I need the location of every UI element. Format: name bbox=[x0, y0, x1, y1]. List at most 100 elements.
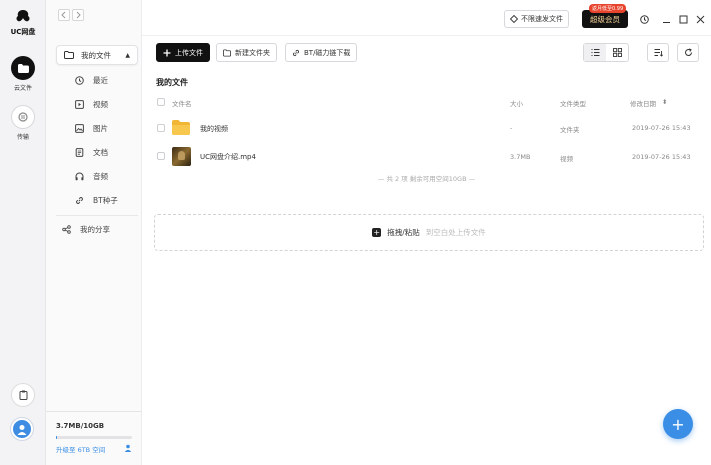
video-thumbnail bbox=[172, 147, 191, 166]
sidebar: 我的文件 ▲ 最近 视频 图片 文档 音频 BT种子 我的分享 bbox=[46, 0, 142, 465]
column-header-size[interactable]: 大小 bbox=[510, 98, 523, 108]
view-toggle bbox=[583, 43, 629, 62]
sidebar-item-my-files[interactable]: 我的文件 ▲ bbox=[56, 45, 138, 65]
app-logo-text: UC网盘 bbox=[10, 28, 36, 36]
bt-magnet-download-label: BT/磁力链下载 bbox=[304, 48, 351, 57]
refresh-button[interactable] bbox=[677, 43, 699, 62]
caret-up-icon: ▲ bbox=[125, 51, 130, 59]
file-date: 2019-07-26 15:43 bbox=[632, 153, 691, 161]
sidebar-item-label: 视频 bbox=[93, 99, 108, 109]
unlimited-speed-send-button[interactable]: 不限速发文件 bbox=[504, 10, 569, 28]
storage-bar bbox=[56, 436, 132, 439]
folder-icon bbox=[64, 51, 74, 59]
rail-item-label: 云文件 bbox=[13, 85, 32, 92]
upgrade-icon[interactable] bbox=[124, 444, 132, 454]
row-checkbox[interactable] bbox=[157, 152, 165, 160]
document-icon bbox=[75, 147, 84, 157]
file-date: 2019-07-26 15:43 bbox=[632, 124, 691, 132]
maximize-button[interactable] bbox=[677, 13, 689, 25]
chevron-left-icon bbox=[61, 11, 66, 19]
back-button[interactable] bbox=[58, 9, 70, 21]
upgrade-storage-link[interactable]: 升级至 6TB 空间 bbox=[56, 444, 105, 454]
dropzone-hint: 到空白处上传文件 bbox=[425, 228, 486, 237]
file-type: 文件夹 bbox=[560, 126, 580, 134]
rail-item-cloud-files[interactable]: 云文件 bbox=[0, 56, 46, 92]
sort-desc-icon: ⬍ bbox=[662, 98, 668, 106]
title-bar: 不限速发文件 超级会员 返月低至0.99 bbox=[142, 0, 711, 36]
file-name: 我的视频 bbox=[200, 125, 228, 133]
sidebar-item-label: 最近 bbox=[93, 75, 108, 85]
share-icon bbox=[62, 224, 71, 234]
close-icon bbox=[696, 15, 704, 23]
dropzone-label: 拖拽/粘贴 bbox=[387, 228, 420, 237]
plus-icon bbox=[163, 49, 171, 56]
minimize-button[interactable] bbox=[660, 13, 672, 25]
sort-button[interactable] bbox=[647, 43, 669, 62]
forward-button[interactable] bbox=[72, 9, 84, 21]
clock-settings-button[interactable] bbox=[638, 13, 650, 25]
close-button[interactable] bbox=[694, 13, 706, 25]
item-count-summary: — 共 2 项 剩余可用空间10GB — bbox=[377, 175, 476, 183]
row-checkbox[interactable] bbox=[157, 124, 165, 132]
link-icon bbox=[292, 49, 300, 56]
app-rail: UC网盘 云文件 传输 bbox=[0, 0, 46, 465]
sidebar-item-label: 文档 bbox=[93, 147, 108, 157]
app-logo: UC网盘 bbox=[9, 9, 37, 37]
column-header-name[interactable]: 文件名 bbox=[172, 98, 192, 108]
clock-icon bbox=[75, 75, 84, 85]
upload-file-button[interactable]: 上传文件 bbox=[156, 43, 210, 62]
new-folder-icon bbox=[223, 48, 231, 57]
sidebar-item-label: 我的分享 bbox=[80, 224, 110, 234]
add-fab-button[interactable]: + bbox=[663, 409, 693, 439]
storage-usage-text: 3.7MB/10GB bbox=[56, 422, 105, 430]
headphones-icon bbox=[75, 172, 84, 180]
sidebar-item-label: 我的文件 bbox=[81, 50, 111, 60]
storage-divider bbox=[46, 411, 142, 412]
send-icon bbox=[510, 15, 518, 23]
list-icon bbox=[591, 49, 599, 56]
column-header-type[interactable]: 文件类型 bbox=[560, 98, 586, 108]
avatar[interactable] bbox=[11, 418, 33, 440]
list-view-button[interactable] bbox=[584, 44, 606, 61]
image-icon bbox=[75, 123, 84, 133]
table-row[interactable]: 我的视频 - 文件夹 2019-07-26 15:43 bbox=[154, 115, 704, 141]
storage-bar-fill bbox=[56, 436, 58, 439]
clipboard-icon[interactable] bbox=[11, 383, 35, 407]
folder-icon bbox=[11, 56, 35, 80]
vip-label: 超级会员 bbox=[590, 14, 620, 24]
file-name: UC网盘介绍.mp4 bbox=[200, 153, 256, 161]
chevron-right-icon bbox=[76, 11, 81, 19]
column-header-date[interactable]: 修改日期 bbox=[630, 98, 656, 108]
file-size: 3.7MB bbox=[510, 153, 531, 161]
refresh-icon bbox=[684, 48, 692, 56]
sort-icon bbox=[654, 49, 663, 57]
unlimited-speed-send-label: 不限速发文件 bbox=[521, 15, 563, 23]
clock-icon bbox=[639, 14, 649, 24]
sidebar-item-label: BT种子 bbox=[93, 195, 118, 205]
page-title: 我的文件 bbox=[156, 78, 188, 87]
folder-icon bbox=[172, 120, 190, 135]
grid-view-button[interactable] bbox=[606, 44, 628, 61]
new-folder-label: 新建文件夹 bbox=[235, 48, 270, 57]
plus-icon: + bbox=[671, 414, 685, 434]
uc-logo-icon bbox=[9, 9, 37, 26]
link-icon bbox=[76, 196, 83, 204]
sidebar-item-label: 音频 bbox=[93, 171, 108, 181]
main-panel: 不限速发文件 超级会员 返月低至0.99 上传文件 新建文件夹 BT/磁力链下载 bbox=[142, 0, 711, 465]
upload-dropzone[interactable]: + 拖拽/粘贴 到空白处上传文件 bbox=[154, 214, 704, 251]
plus-box-icon: + bbox=[372, 227, 382, 237]
file-type: 视频 bbox=[560, 155, 573, 163]
table-header: 文件名 大小 文件类型 修改日期 ⬍ bbox=[154, 96, 704, 110]
sidebar-item-label: 图片 bbox=[93, 123, 108, 133]
maximize-icon bbox=[679, 15, 687, 23]
minimize-icon bbox=[662, 21, 670, 23]
rail-item-transfer[interactable]: 传输 bbox=[0, 105, 46, 141]
bt-magnet-download-button[interactable]: BT/磁力链下载 bbox=[285, 43, 358, 62]
select-all-checkbox[interactable] bbox=[157, 98, 165, 106]
sidebar-divider bbox=[56, 215, 138, 216]
table-row[interactable]: UC网盘介绍.mp4 3.7MB 视频 2019-07-26 15:43 bbox=[154, 144, 704, 170]
grid-icon bbox=[612, 48, 622, 57]
new-folder-button[interactable]: 新建文件夹 bbox=[216, 43, 277, 62]
file-size: - bbox=[510, 124, 513, 132]
upload-file-label: 上传文件 bbox=[175, 48, 203, 57]
